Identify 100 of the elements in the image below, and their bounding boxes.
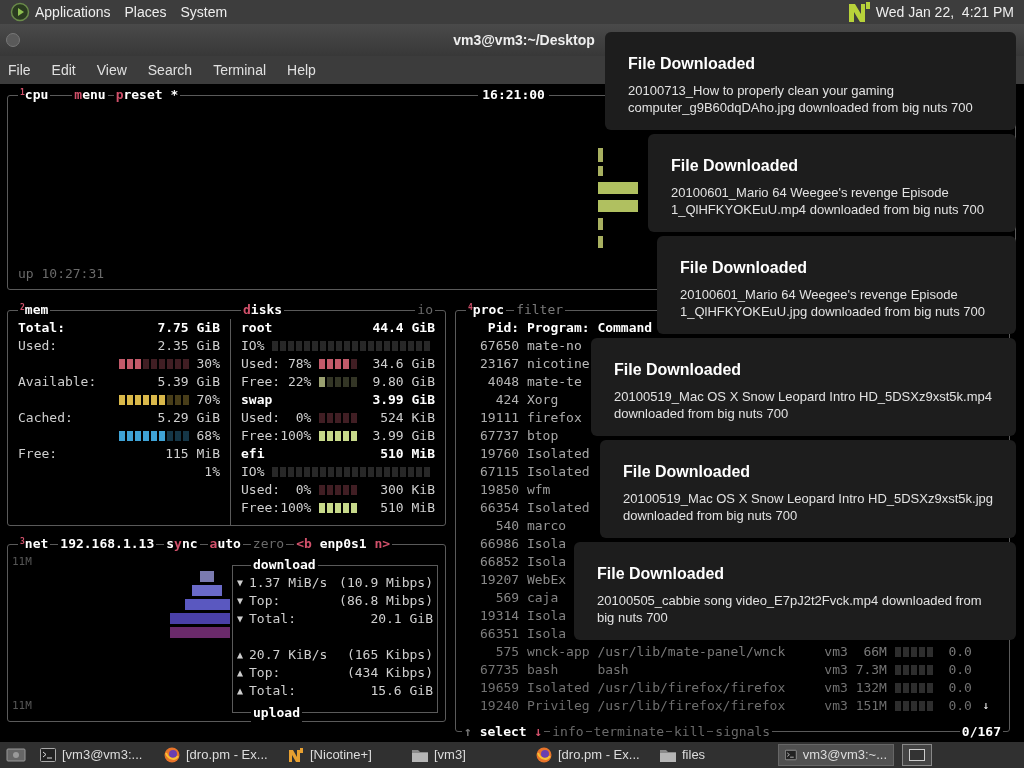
- disk-name: efi: [241, 445, 265, 463]
- notification-card[interactable]: File Downloaded 20100519_Mac OS X Snow Leopard Intro HD_5DSXz9xst5k.jpg downloaded from big nuts 700: [600, 440, 1016, 538]
- pid-cell-text: 4048: [486, 373, 520, 391]
- graph-scale: 11M: [12, 554, 33, 570]
- arrow-icon: ▼: [237, 610, 250, 628]
- mem-value: 2.35 GiB: [157, 337, 220, 355]
- column-header[interactable]: Program:: [526, 319, 598, 337]
- menu-item[interactable]: Terminal: [213, 59, 267, 81]
- menu-item[interactable]: View: [96, 59, 127, 81]
- panel-menu[interactable]: Applications: [35, 1, 111, 23]
- disk-percent: 78%: [286, 355, 312, 373]
- notification-body: 20100519_Mac OS X Snow Leopard Intro HD_5DSXz9xst5k.jpg downloaded from big nuts 700: [623, 490, 993, 524]
- disk-usage-label: Used:: [241, 409, 281, 427]
- disk-usage-label: Free:: [241, 499, 281, 517]
- command-cell-text: /usr/lib/firefox/firefox: [597, 697, 787, 715]
- notification-card[interactable]: File Downloaded 20100505_cabbie song video_E7pJ2t2Fvck.mp4 downloaded from big nuts 700: [574, 542, 1016, 640]
- disk-percent: 100%: [280, 427, 312, 445]
- window-icon: [909, 749, 925, 761]
- menu-item[interactable]: Search: [147, 59, 193, 81]
- cpu-panel-title[interactable]: $^{1}$cpu: [18, 86, 51, 104]
- app-tray-icon[interactable]: [847, 1, 872, 23]
- notification-title: File Downloaded: [623, 462, 752, 482]
- mem-cell: 7.3M: [855, 661, 887, 679]
- arrow-icon: ▲: [237, 664, 250, 682]
- net-value: (10.9 Mibps): [339, 574, 433, 592]
- program-cell-text: bash: [526, 661, 560, 679]
- disk-size: 510 MiB: [380, 445, 435, 463]
- disk-usage-value: 9.80 GiB: [371, 373, 435, 391]
- process-mem-meter-empty: [894, 647, 933, 657]
- cpu-cell-text: 0.0: [947, 643, 972, 661]
- mem-cell: 132M: [855, 679, 887, 697]
- taskbar-button[interactable]: [dro.pm - Ex...: [530, 744, 646, 766]
- notification-card[interactable]: File Downloaded 20100601_Mario 64 Weegee's revenge Episode 1_QlHFKYOKEuU.jpg downloaded from big nuts 700: [657, 236, 1016, 334]
- disk-usage-label: Used:: [241, 355, 281, 373]
- pid-cell: 23167: [480, 355, 520, 373]
- command-cell-text: bash: [597, 661, 630, 679]
- disk-size: 44.4 GiB: [372, 319, 435, 337]
- show-desktop-icon[interactable]: [6, 747, 26, 763]
- browser-icon: [536, 747, 552, 763]
- taskbar-button[interactable]: [Nicotine+]: [282, 744, 398, 766]
- program-cell-text: btop: [526, 427, 560, 445]
- taskbar-button[interactable]: vm3@vm3:~...: [778, 744, 894, 766]
- process-action[interactable]: signals: [713, 723, 773, 741]
- workspace-switcher[interactable]: [902, 744, 932, 766]
- mem-percent: 68%: [196, 427, 220, 445]
- notification-title: File Downloaded: [614, 360, 743, 380]
- mem-value: 5.39 GiB: [157, 373, 220, 391]
- net-label: 20.7 KiB/s: [249, 646, 328, 664]
- net-label: Top:: [249, 664, 281, 682]
- mem-cell: 151M: [855, 697, 887, 715]
- program-cell-text: Isolated: [526, 445, 591, 463]
- taskbar-button[interactable]: [dro.pm - Ex...: [158, 744, 274, 766]
- pid-cell: 66354: [480, 499, 520, 517]
- net-label: 1.37 MiB/s: [249, 574, 328, 592]
- taskbar-button[interactable]: [vm3@vm3:...: [34, 744, 150, 766]
- panel-menu[interactable]: System: [180, 1, 228, 23]
- menu-item[interactable]: Help: [287, 59, 316, 81]
- mem-label: Total:: [18, 319, 65, 337]
- disk-size: 3.99 GiB: [372, 391, 435, 409]
- taskbar-button[interactable]: [vm3]: [406, 744, 522, 766]
- net-label: Total:: [249, 682, 296, 700]
- disk-usage-value: 34.6 GiB: [371, 355, 435, 373]
- disk-usage-label: Used:: [241, 481, 281, 499]
- io-tab[interactable]: io: [415, 302, 435, 317]
- net-toggle[interactable]: auto: [207, 536, 243, 551]
- column-header[interactable]: Pid:: [480, 319, 520, 337]
- mem-label: Used:: [18, 337, 58, 355]
- user-cell-text: vm3: [824, 697, 849, 715]
- upload-title: upload: [251, 704, 302, 722]
- disk-percent: 0%: [294, 409, 312, 427]
- program-cell-text: Isola: [526, 607, 568, 625]
- notification-card[interactable]: File Downloaded 20100601_Mario 64 Weegee's revenge Episode 1_QlHFKYOKEuU.mp4 downloaded from big nuts 700: [648, 134, 1016, 232]
- terminal-icon: [40, 748, 56, 762]
- pid-cell: 66351: [480, 625, 520, 643]
- pid-cell: 19314: [480, 607, 520, 625]
- notification-body: 20100505_cabbie song video_E7pJ2t2Fvck.mp4 downloaded from big nuts 700: [597, 592, 983, 626]
- interface-selector[interactable]: <b enp0s1 n>: [294, 535, 393, 553]
- scroll-down-icon[interactable]: ↓: [982, 697, 989, 715]
- disk-percent: 22%: [286, 373, 312, 391]
- menu-item[interactable]: Edit: [51, 59, 76, 81]
- arrow-icon: ▼: [237, 592, 250, 610]
- disk-usage-value: 300 KiB: [379, 481, 435, 499]
- process-mem-meter-empty: [894, 665, 933, 675]
- program-cell-text: Isola: [526, 535, 568, 553]
- panel-menu[interactable]: Places: [124, 1, 167, 23]
- notification-card[interactable]: File Downloaded 20100713_How to properly clean your gaming computer_g9B60dqDAho.jpg downloaded from big nuts 700: [605, 32, 1016, 130]
- column-header[interactable]: Command: [597, 319, 653, 337]
- program-cell-text: marco: [526, 517, 568, 535]
- menu-item[interactable]: File: [8, 59, 31, 81]
- disk-usage-label: Free:: [241, 373, 281, 391]
- menu-logo-icon[interactable]: [10, 2, 30, 22]
- io-label: IO%: [241, 337, 265, 355]
- pid-cell: 19207: [480, 571, 520, 589]
- user-cell-text: vm3: [824, 661, 849, 679]
- taskbar-button[interactable]: files: [654, 744, 770, 766]
- proc-panel-title[interactable]: $^{4}$proc: [466, 301, 507, 319]
- mem-label: Cached:: [18, 409, 73, 427]
- panel-clock[interactable]: Wed Jan 22, 4:21 PM: [875, 1, 1014, 23]
- notification-card[interactable]: File Downloaded 20100519_Mac OS X Snow Leopard Intro HD_5DSXz9xst5k.mp4 downloaded from big nuts 700: [591, 338, 1016, 436]
- pid-cell: 67737: [480, 427, 520, 445]
